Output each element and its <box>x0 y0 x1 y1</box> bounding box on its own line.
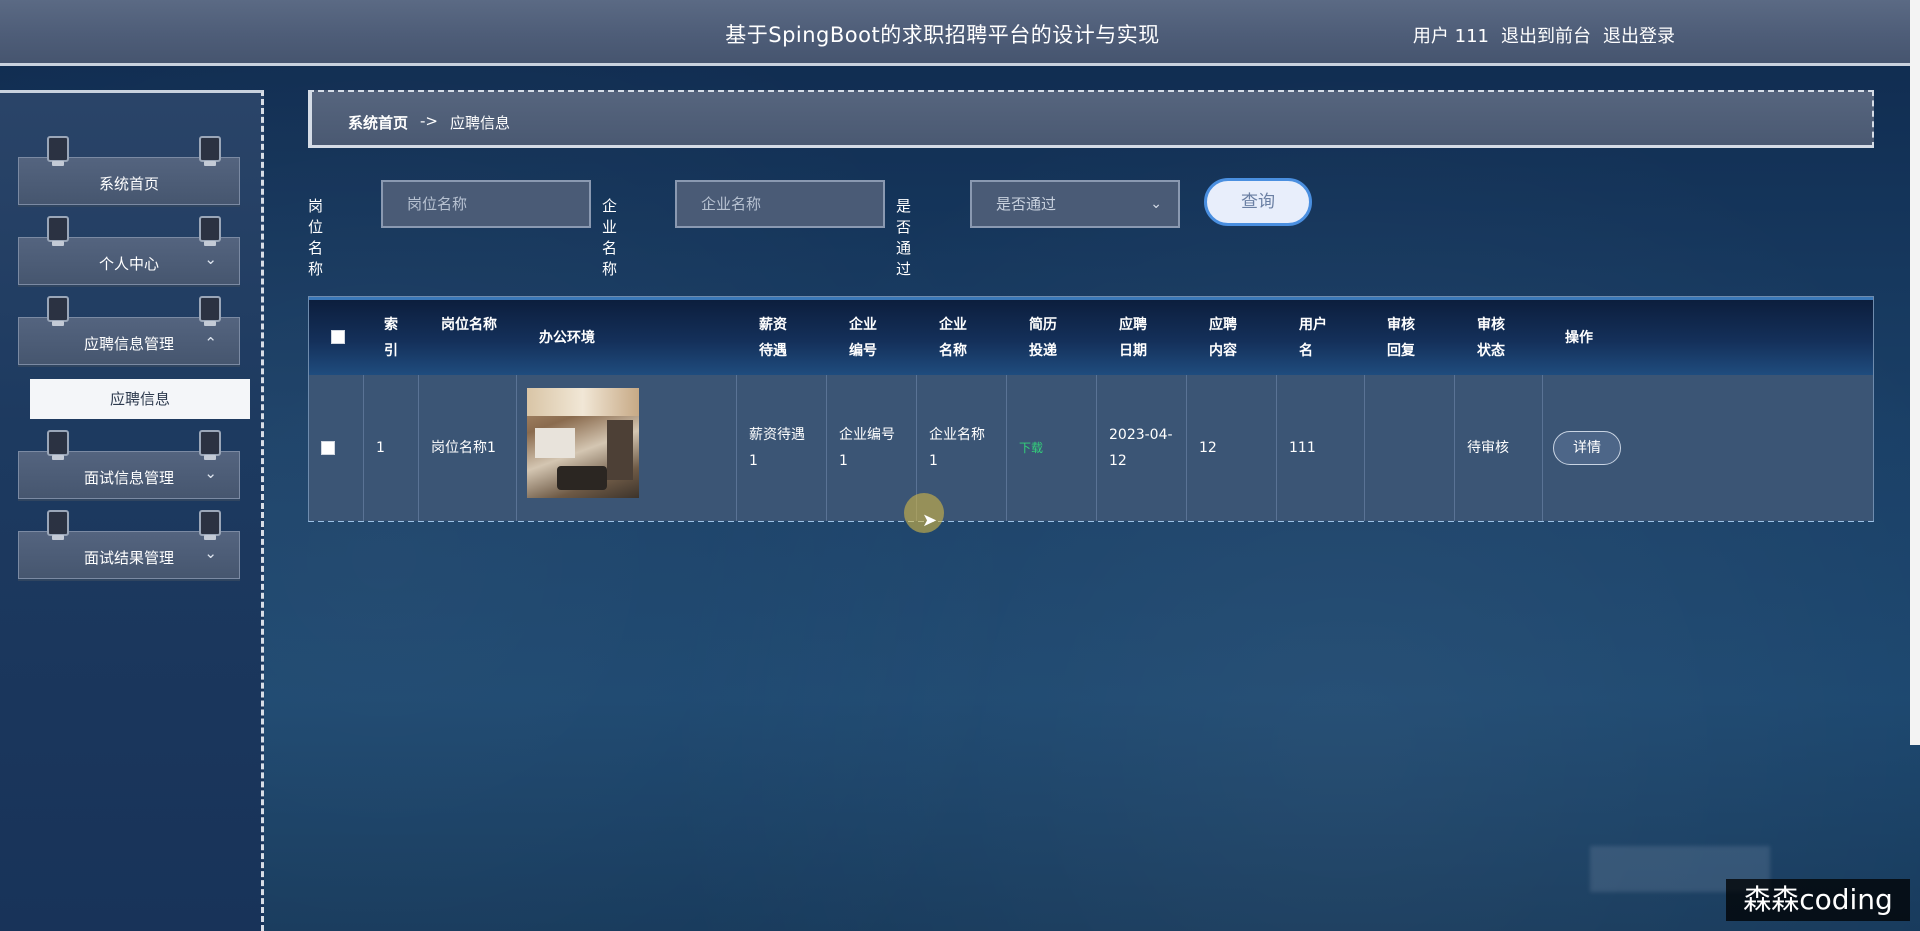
resume-download-link[interactable]: 下载 <box>1019 435 1092 461</box>
clip-icon <box>199 296 221 326</box>
user-label: 用户 111 <box>1412 26 1489 47</box>
row-select-cell <box>309 375 364 521</box>
clip-icon <box>47 430 69 460</box>
cell-username: 111 <box>1277 375 1365 521</box>
sidebar-subitem-application-info[interactable]: 应聘信息 <box>30 379 250 419</box>
breadcrumb-current: 应聘信息 <box>450 114 511 132</box>
applications-table: 索引 岗位名称 办公环境 薪资待遇 企业编号 企业名称 简历投递 应聘日期 应聘… <box>308 296 1874 522</box>
clip-icon <box>199 216 221 246</box>
header-apply-content: 应聘内容 <box>1209 317 1237 359</box>
breadcrumb: 系统首页 -> 应聘信息 <box>308 90 1874 148</box>
header-apply-date: 应聘日期 <box>1119 317 1147 359</box>
cell-apply-content: 12 <box>1187 375 1277 521</box>
row-checkbox[interactable] <box>321 441 335 455</box>
clip-icon <box>47 216 69 246</box>
chevron-down-icon: ⌄ <box>204 250 217 268</box>
sidebar-item-interview-result-management[interactable]: 面试结果管理 ⌄ <box>18 510 240 579</box>
header-index: 索引 <box>384 317 398 359</box>
select-all-checkbox[interactable] <box>331 330 345 344</box>
header-review-reply: 审核回复 <box>1387 317 1415 359</box>
sidebar-item-interview-management[interactable]: 面试信息管理 ⌄ <box>18 430 240 499</box>
logout-link[interactable]: 退出登录 <box>1603 22 1675 48</box>
job-name-label: 岗位名称 <box>308 197 324 278</box>
header-actions: 操作 <box>1565 330 1593 346</box>
query-button[interactable]: 查询 <box>1204 178 1312 226</box>
header-environment: 办公环境 <box>539 330 595 346</box>
sidebar-item-home[interactable]: 系统首页 <box>18 136 240 205</box>
company-name-input[interactable] <box>675 180 885 228</box>
clip-icon <box>199 430 221 460</box>
job-name-input[interactable] <box>381 180 591 228</box>
header-username: 用户名 <box>1299 317 1327 359</box>
table-header: 索引 岗位名称 办公环境 薪资待遇 企业编号 企业名称 简历投递 应聘日期 应聘… <box>309 297 1873 375</box>
user-area: 用户 111 退出到前台 退出登录 <box>1413 22 1675 48</box>
clip-icon <box>199 136 221 166</box>
breadcrumb-trail: 系统首页 -> 应聘信息 <box>348 112 510 133</box>
company-name-label: 企业名称 <box>602 197 618 278</box>
header-company-name: 企业名称 <box>939 317 967 359</box>
header-resume: 简历投递 <box>1029 317 1057 359</box>
cell-review-status: 待审核 <box>1455 375 1543 521</box>
watermark: 森森coding <box>1726 879 1910 921</box>
mouse-cursor-icon: ➤ <box>922 510 938 531</box>
header-job-name: 岗位名称 <box>441 317 497 333</box>
breadcrumb-home[interactable]: 系统首页 <box>348 112 408 133</box>
cell-environment <box>517 375 737 521</box>
sidebar-item-label: 系统首页 <box>98 175 159 193</box>
clip-icon <box>47 136 69 166</box>
clip-icon <box>47 296 69 326</box>
exit-to-front-link[interactable]: 退出到前台 <box>1501 22 1591 48</box>
pass-status-label: 是否通过 <box>896 197 912 278</box>
window-edge <box>1910 0 1920 745</box>
cell-actions: 详情 <box>1543 375 1873 521</box>
cell-company-no: 企业编号1 <box>827 375 917 521</box>
cell-index: 1 <box>364 375 419 521</box>
clip-icon <box>47 510 69 540</box>
table-row: 1 岗位名称1 薪资待遇1 企业编号1 企业名称1 下载 2023-04-12 … <box>309 375 1873 521</box>
breadcrumb-separator: -> <box>420 112 438 130</box>
header-select-all-cell <box>309 300 364 375</box>
sidebar-item-application-management[interactable]: 应聘信息管理 ⌃ <box>18 296 240 365</box>
cell-review-reply <box>1365 375 1455 521</box>
sidebar-item-personal-center[interactable]: 个人中心 ⌄ <box>18 216 240 285</box>
chevron-up-icon: ⌃ <box>204 334 217 352</box>
chevron-down-icon: ⌄ <box>204 464 217 482</box>
cell-salary: 薪资待遇1 <box>737 375 827 521</box>
chevron-down-icon: ⌄ <box>204 544 217 562</box>
clip-icon <box>199 510 221 540</box>
chevron-down-icon: ⌄ <box>1150 196 1162 212</box>
cell-job-name: 岗位名称1 <box>419 375 517 521</box>
top-header: 基于SpingBoot的求职招聘平台的设计与实现 用户 111 退出到前台 退出… <box>0 0 1910 66</box>
pass-status-selected: 是否通过 <box>996 195 1057 213</box>
detail-button[interactable]: 详情 <box>1553 431 1621 465</box>
cell-resume: 下载 <box>1007 375 1097 521</box>
sidebar: 系统首页 个人中心 ⌄ 应聘信息管理 ⌃ 应聘信息 面试信息管理 ⌄ 面试结果管… <box>0 90 264 931</box>
header-company-no: 企业编号 <box>849 317 877 359</box>
cell-apply-date: 2023-04-12 <box>1097 375 1187 521</box>
header-salary: 薪资待遇 <box>759 317 787 359</box>
office-environment-image[interactable] <box>527 388 639 498</box>
pass-status-select[interactable]: 是否通过 ⌄ <box>970 180 1180 228</box>
header-review-status: 审核状态 <box>1477 317 1505 359</box>
